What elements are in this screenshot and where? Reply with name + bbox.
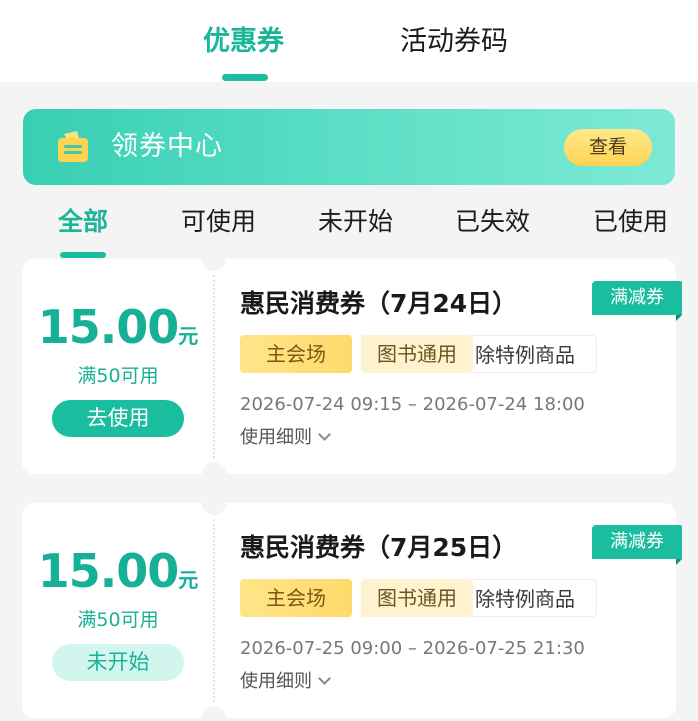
amount-unit: 元 [178,324,199,348]
coupon-ticket-icon [58,131,88,162]
usage-rules-label: 使用细则 [240,427,312,448]
card-notch [202,491,226,515]
card-notch [202,706,226,721]
coupon-amount: 15.00元 [22,299,214,355]
coupon-card[interactable]: 15.00元 满50可用 去使用 惠民消费券（7月24日） 满减券 主会场 图书… [22,247,682,486]
validity-end: 2026-07-25 21:30 [422,638,585,659]
validity-start: 2026-07-24 09:15 [240,394,403,415]
usage-rules-toggle[interactable]: 使用细则 [240,669,331,695]
tag-main-venue: 主会场 [240,579,352,617]
tag-books: 图书通用 [361,579,473,617]
coupon-validity: 2026-07-24 09:15 – 2026-07-24 18:00 [240,394,585,415]
filter-tab-not-started[interactable]: 未开始 [318,205,393,239]
tag-books: 图书通用 [361,335,473,373]
coupon-type-badge: 满减券 [592,281,682,321]
tag-exclusions: 除特例商品 [473,579,597,617]
active-tab-indicator [222,74,268,81]
view-button[interactable]: 查看 [564,129,652,166]
filter-tab-expired[interactable]: 已失效 [455,205,530,239]
coupon-type-badge: 满减券 [592,525,682,565]
card-notch [202,247,226,271]
filter-active-indicator [60,252,106,258]
coupon-center-banner[interactable]: 领券中心 查看 [23,109,675,185]
coupon-title: 惠民消费券（7月25日） [240,533,518,562]
coupon-title: 惠民消费券（7月24日） [240,289,518,318]
tag-main-venue: 主会场 [240,335,352,373]
use-coupon-button[interactable]: 去使用 [52,400,184,437]
tab-activity-codes[interactable]: 活动券码 [400,24,508,60]
validity-end: 2026-07-24 18:00 [422,394,585,415]
chevron-down-icon [318,428,331,441]
amount-value: 15.00 [37,544,180,598]
validity-start: 2026-07-25 09:00 [240,638,403,659]
usage-rules-label: 使用细则 [240,671,312,692]
tag-exclusions: 除特例商品 [473,335,597,373]
chevron-down-icon [318,672,331,685]
coupon-amount: 15.00元 [22,543,214,599]
not-started-button[interactable]: 未开始 [52,644,184,681]
filter-tab-all[interactable]: 全部 [58,205,108,239]
coupon-threshold: 满50可用 [77,609,159,631]
coupon-validity: 2026-07-25 09:00 – 2026-07-25 21:30 [240,638,585,659]
filter-tab-usable[interactable]: 可使用 [181,205,256,239]
amount-unit: 元 [178,568,199,592]
amount-value: 15.00 [37,300,180,354]
tab-coupons[interactable]: 优惠券 [203,24,284,60]
coupon-card[interactable]: 15.00元 满50可用 未开始 惠民消费券（7月25日） 满减券 主会场 图书… [22,491,682,721]
banner-title: 领券中心 [111,131,223,162]
usage-rules-toggle[interactable]: 使用细则 [240,425,331,451]
card-notch [202,462,226,486]
top-tab-bar: 优惠券 活动券码 [0,0,698,82]
coupon-threshold: 满50可用 [77,365,159,387]
filter-tab-used[interactable]: 已使用 [593,205,668,239]
